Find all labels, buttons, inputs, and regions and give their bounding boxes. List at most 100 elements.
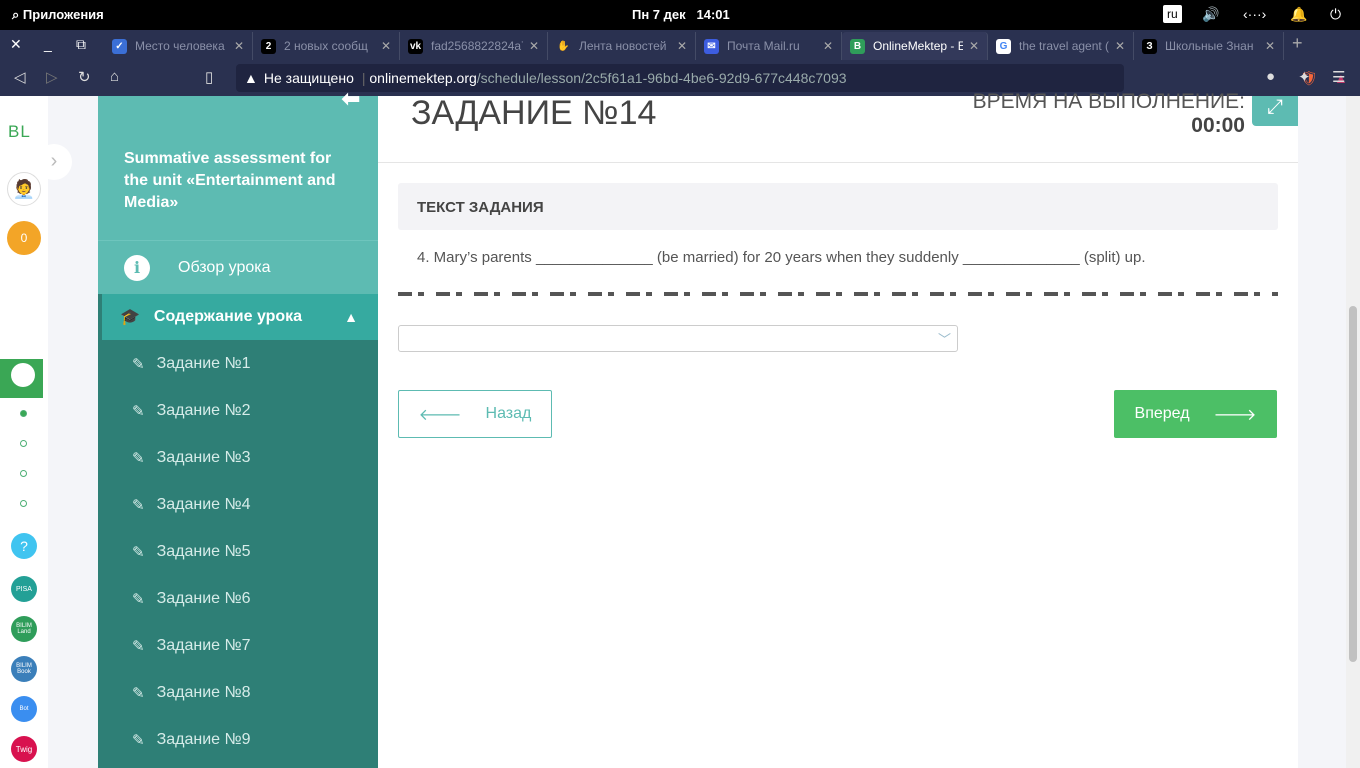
warning-icon: ▲ [244,70,258,86]
task-item-label: Задание №7 [156,636,251,654]
edit-icon: ✎ [132,637,145,655]
tab-favicon-icon: ✉ [704,38,719,54]
twig-app[interactable]: Twig [11,736,37,762]
close-tab-icon[interactable]: ✕ [677,39,687,53]
bookmark-icon[interactable]: ▯ [205,68,213,86]
back-button[interactable]: 🡐 Назад [398,390,552,438]
chevron-up-icon: ▲ [344,309,358,325]
bilimbook-app[interactable]: BILIM Book [11,656,37,682]
tab[interactable]: ✋ Лента новостей ✕ [548,32,696,60]
bl-logo[interactable]: BL [8,122,31,142]
task-item-label: Задание №6 [156,589,251,607]
lesson-task-item[interactable]: ✎ Задание №3 [102,434,378,481]
lesson-task-item[interactable]: ✎ Задание №9 [102,716,378,763]
task-item-label: Задание №5 [156,542,251,560]
tab[interactable]: Gthe travel agent (✕ [988,32,1134,60]
bot-app[interactable]: Bot [11,696,37,722]
close-tab-icon[interactable]: ✕ [234,39,244,53]
reload-icon[interactable]: ↻ [78,68,91,86]
lesson-content-toggle[interactable]: 🎓 Содержание урока ▲ [102,294,378,340]
fullscreen-icon[interactable]: ⤢ [1252,96,1298,126]
graduation-cap-icon: 🎓 [120,309,140,326]
scrollbar[interactable] [1346,96,1360,768]
network-icon[interactable]: ‹···› [1243,6,1266,22]
answer-select[interactable]: ﹀ [398,325,958,352]
keyboard-layout[interactable]: ru [1163,5,1182,23]
back-nav-icon[interactable]: ◁ [14,68,26,86]
tab[interactable]: З Школьные Знан ✕ [1134,32,1284,60]
tab-favicon-icon: ✓ [112,38,127,54]
extensions-icon[interactable]: ✦ [1298,68,1311,86]
tab[interactable]: 2 2 новых сообщ ✕ [253,32,400,60]
lesson-overview-link[interactable]: i Обзор урока [98,240,378,294]
overview-label: Обзор урока [178,258,271,276]
close-tab-icon[interactable]: ✕ [969,39,979,53]
lesson-task-item[interactable]: ✎ Задание №4 [102,481,378,528]
expand-sidebar-button[interactable]: › [36,144,72,180]
task-item-label: Задание №4 [156,495,251,513]
task-item-label: Задание №3 [156,448,251,466]
close-tab-icon[interactable]: ✕ [823,39,833,53]
close-window-icon[interactable]: ✕ [10,36,22,53]
close-tab-icon[interactable]: ✕ [1265,39,1275,53]
tab[interactable]: B OnlineMektep - E ✕ [842,32,988,60]
close-tab-icon[interactable]: ✕ [529,39,539,53]
clock[interactable]: Пн 7 дек 14:01 [632,7,730,22]
nav-dot[interactable] [20,470,27,477]
pisa-app[interactable]: PISA [11,576,37,602]
volume-icon[interactable]: 🔊 [1202,6,1219,23]
arrow-right-icon: 🡒 [1213,406,1257,424]
task-item-label: Задание №2 [156,401,251,419]
tab-title: Место человека [135,39,225,53]
home-icon[interactable]: ⌂ [110,68,119,85]
minimize-icon[interactable]: _ [44,36,52,52]
info-icon: i [124,254,150,281]
nav-dot[interactable] [20,410,27,417]
url-input[interactable]: ▲ Не защищено | onlinemektep.org/schedul… [236,64,1348,92]
content-label: Содержание урока [153,308,303,325]
vk-extension-icon[interactable]: ● [1266,68,1275,85]
close-tab-icon[interactable]: ✕ [1115,39,1125,53]
edit-icon: ✎ [132,590,145,608]
platform-sidebar: BL 🧑‍💼 0 ? PISA BILIM Land BILIM Book Bo… [0,96,48,768]
apps-menu[interactable]: ⌕ Приложения [12,7,104,23]
back-arrow-icon[interactable]: ⬅ [342,88,360,110]
points-badge[interactable]: 0 [7,221,41,255]
notifications-icon[interactable]: 🔔 [1290,6,1307,23]
security-label[interactable]: Не защищено [264,70,354,86]
lesson-task-item[interactable]: ✎ Задание №1 [102,340,378,387]
tab-title: fad2568822824a7 [431,39,523,53]
back-label: Назад [485,405,532,422]
avatar[interactable]: 🧑‍💼 [7,172,41,206]
onlinemektep-app[interactable] [0,359,43,398]
lesson-task-item[interactable]: ✎ Задание №8 [102,669,378,716]
power-icon[interactable]: ⏻ [1330,6,1341,23]
scrollbar-thumb[interactable] [1349,306,1357,662]
nav-dot[interactable] [20,500,27,507]
help-app[interactable]: ? [11,533,37,559]
tab[interactable]: ✉ Почта Mail.ru ✕ [696,32,842,60]
separator: | [361,70,366,86]
tab[interactable]: vk fad2568822824a7 ✕ [400,32,548,60]
lesson-task-item[interactable]: ✎ Задание №5 [102,528,378,575]
forward-button[interactable]: Вперед 🡒 [1114,390,1277,438]
url-domain: onlinemektep.org [369,70,477,86]
tab[interactable]: ✓ Место человека ✕ [104,32,253,60]
lesson-task-item[interactable]: ✎ Задание №7 [102,622,378,669]
forward-nav-icon[interactable]: ▷ [46,68,58,86]
lesson-task-item[interactable]: ✎ Задание №2 [102,387,378,434]
tab-title: Школьные Знан [1165,39,1254,53]
menu-icon[interactable]: ☰ [1332,68,1345,86]
lesson-task-item[interactable]: ✎ Задание №6 [102,575,378,622]
restore-icon[interactable]: ⧉ [76,36,86,53]
edit-icon: ✎ [132,355,145,373]
new-tab-button[interactable]: + [1292,33,1303,54]
close-tab-icon[interactable]: ✕ [381,39,391,53]
dashed-separator [398,292,1278,296]
nav-dot[interactable] [20,440,27,447]
tab-title: 2 новых сообщ [284,39,368,53]
task-area: ЗАДАНИЕ №14 ВРЕМЯ НА ВЫПОЛНЕНИЕ: 00:00 ⤢… [378,90,1298,768]
tab-favicon-icon: G [996,38,1011,54]
bilimland-app[interactable]: BILIM Land [11,616,37,642]
edit-icon: ✎ [132,543,145,561]
